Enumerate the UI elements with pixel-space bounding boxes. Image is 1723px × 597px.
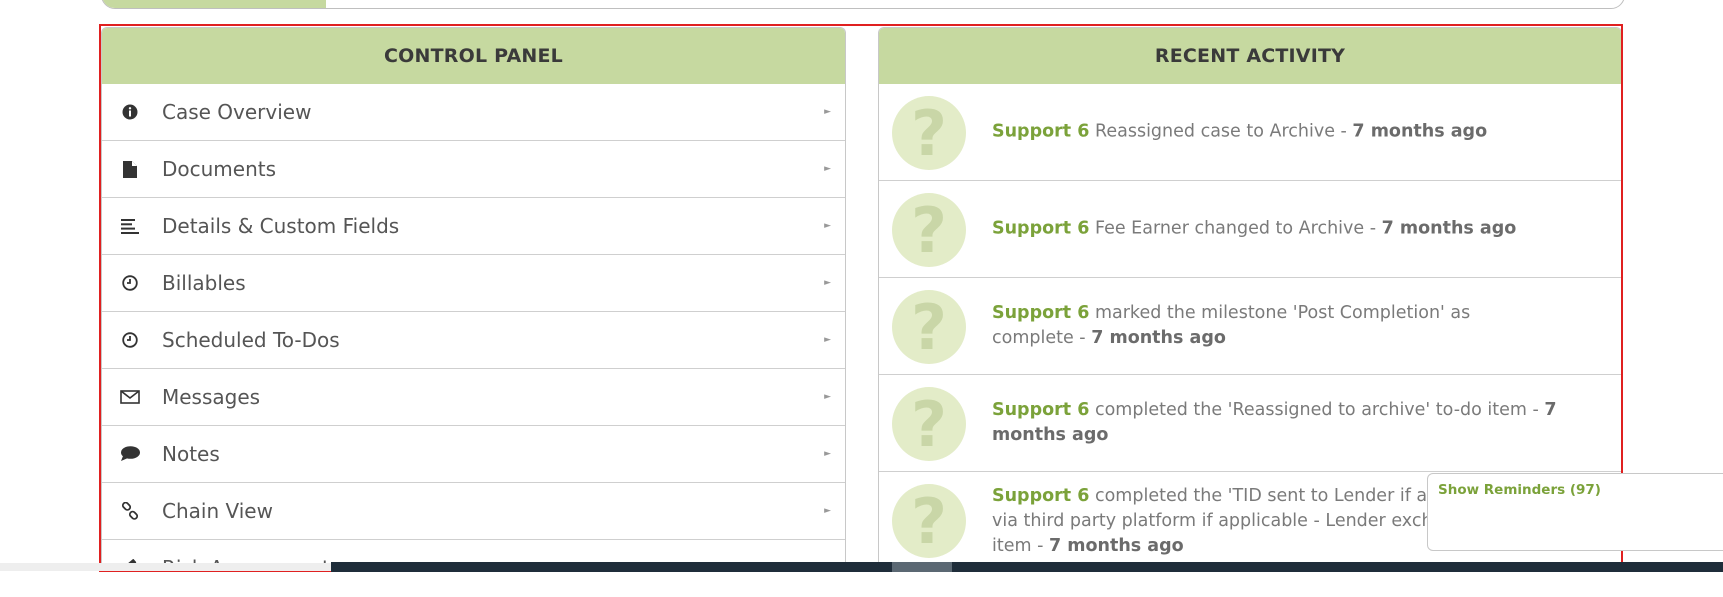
chevron-right-icon: ► <box>824 221 831 231</box>
control-panel: CONTROL PANEL Case Overview ► Documents … <box>101 27 846 572</box>
control-panel-item-documents[interactable]: Documents ► <box>102 141 845 198</box>
bottom-bar-dark-segment <box>331 562 1723 572</box>
activity-user[interactable]: Support 6 <box>992 219 1089 239</box>
control-panel-item-billables[interactable]: Billables ► <box>102 255 845 312</box>
control-panel-item-scheduled-todos[interactable]: Scheduled To-Dos ► <box>102 312 845 369</box>
activity-item: ? Support 6 completed the 'Reassigned to… <box>879 375 1621 472</box>
activity-text: Support 6 completed the 'Reassigned to a… <box>992 398 1617 448</box>
activity-text: Support 6 marked the milestone 'Post Com… <box>992 301 1521 351</box>
activity-action: Reassigned case to Archive - <box>1089 121 1353 142</box>
avatar: ? <box>892 96 966 170</box>
activity-user[interactable]: Support 6 <box>992 486 1089 506</box>
activity-item: ? Support 6 marked the milestone 'Post C… <box>879 278 1621 375</box>
control-panel-item-chain-view[interactable]: Chain View ► <box>102 483 845 540</box>
chevron-right-icon: ► <box>824 164 831 174</box>
comment-icon <box>120 444 140 464</box>
activity-time: 7 months ago <box>1091 328 1226 348</box>
control-panel-title: CONTROL PANEL <box>102 28 845 84</box>
control-panel-item-label: Notes <box>162 442 220 466</box>
chevron-right-icon: ► <box>824 278 831 288</box>
avatar: ? <box>892 484 966 558</box>
chevron-right-icon: ► <box>824 506 831 516</box>
link-icon <box>120 501 140 521</box>
clock-icon <box>120 330 140 350</box>
activity-time: 7 months ago <box>1352 121 1488 142</box>
bottom-bar-light-segment <box>0 563 331 571</box>
activity-action: completed the 'Reassigned to archive' to… <box>1089 400 1545 420</box>
align-left-icon <box>120 216 140 236</box>
control-panel-item-label: Billables <box>162 271 246 295</box>
top-tab-strip <box>101 0 1625 9</box>
avatar: ? <box>892 193 966 267</box>
control-panel-item-label: Chain View <box>162 499 273 523</box>
bottom-bar-marker[interactable] <box>892 562 952 572</box>
control-panel-item-details-custom-fields[interactable]: Details & Custom Fields ► <box>102 198 845 255</box>
control-panel-item-label: Messages <box>162 385 261 409</box>
activity-item: ? Support 6 Reassigned case to Archive -… <box>879 84 1621 181</box>
control-panel-item-messages[interactable]: Messages ► <box>102 369 845 426</box>
activity-time: 7 months ago <box>1381 218 1517 239</box>
activity-item: ? Support 6 Fee Earner changed to Archiv… <box>879 181 1621 278</box>
activity-text: Support 6 Reassigned case to Archive - 7… <box>992 120 1609 145</box>
chevron-right-icon: ► <box>824 335 831 345</box>
show-reminders-link[interactable]: Show Reminders (97) <box>1438 482 1601 498</box>
envelope-icon <box>120 387 140 407</box>
document-icon <box>120 159 140 179</box>
activity-user[interactable]: Support 6 <box>992 303 1089 323</box>
reminders-box: Show Reminders (97) <box>1427 473 1723 551</box>
page: CONTROL PANEL Case Overview ► Documents … <box>0 0 1723 597</box>
clock-icon <box>120 273 140 293</box>
chevron-right-icon: ► <box>824 392 831 402</box>
control-panel-item-notes[interactable]: Notes ► <box>102 426 845 483</box>
activity-time: 7 months ago <box>1048 536 1184 556</box>
control-panel-item-label: Documents <box>162 157 277 181</box>
chevron-right-icon: ► <box>824 449 831 459</box>
recent-activity-title: RECENT ACTIVITY <box>879 28 1621 84</box>
activity-text: Support 6 Fee Earner changed to Archive … <box>992 217 1609 242</box>
chevron-right-icon: ► <box>824 107 831 117</box>
control-panel-item-label: Details & Custom Fields <box>162 214 400 238</box>
control-panel-item-label: Scheduled To-Dos <box>162 328 340 352</box>
bottom-bar <box>0 562 1723 572</box>
control-panel-item-case-overview[interactable]: Case Overview ► <box>102 84 845 141</box>
avatar: ? <box>892 290 966 364</box>
activity-user[interactable]: Support 6 <box>992 122 1089 142</box>
avatar: ? <box>892 387 966 461</box>
control-panel-item-label: Case Overview <box>162 100 312 124</box>
activity-action: Fee Earner changed to Archive - <box>1089 218 1382 239</box>
activity-user[interactable]: Support 6 <box>992 400 1089 420</box>
info-circle-icon <box>120 102 140 122</box>
active-tab[interactable] <box>102 0 326 8</box>
